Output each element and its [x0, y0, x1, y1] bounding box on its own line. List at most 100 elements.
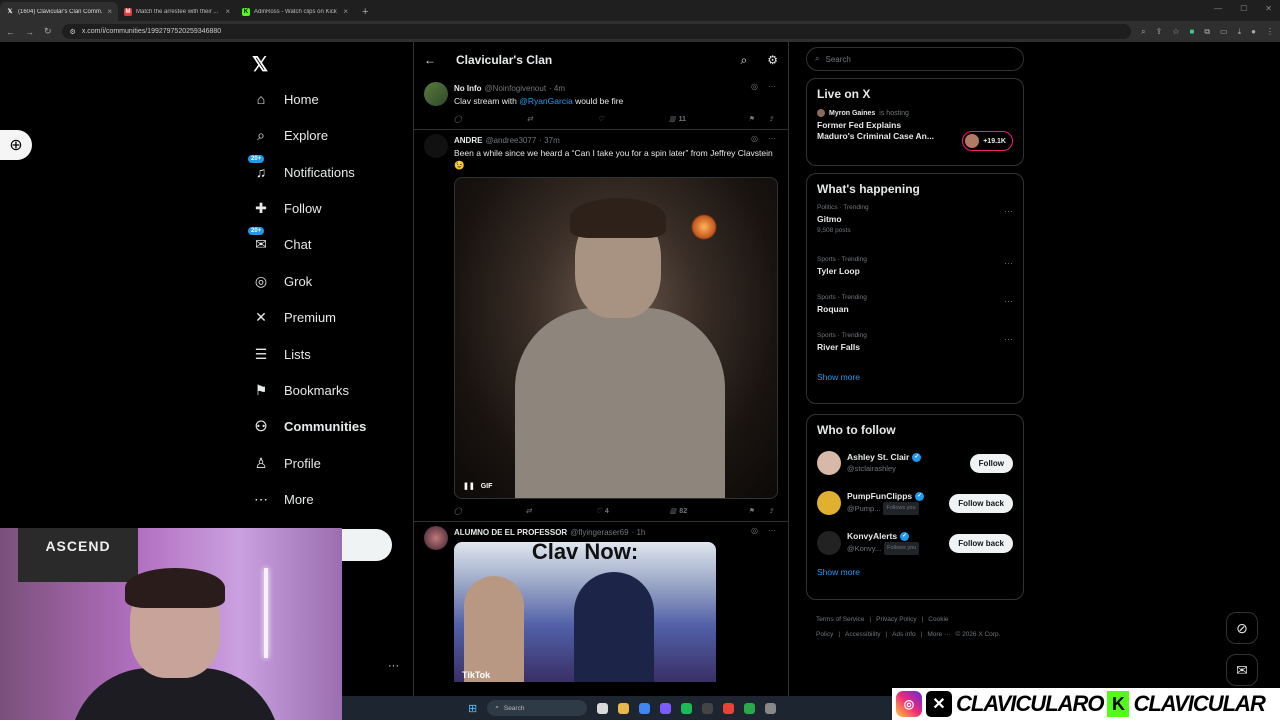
file-explorer-icon[interactable] [618, 702, 630, 714]
post-button[interactable] [340, 529, 392, 561]
trend-item[interactable]: Sports · Trending Tyler Loop ··· [807, 256, 1023, 294]
share-icon[interactable]: ⇪ [1156, 27, 1163, 37]
avatar[interactable] [817, 531, 841, 555]
close-tab-icon[interactable]: × [343, 7, 348, 16]
more-icon[interactable]: ··· [1004, 206, 1013, 216]
more-icon[interactable]: ··· [1004, 296, 1013, 306]
nav-item-follow[interactable]: ✚ Follow [252, 193, 321, 223]
post-time[interactable]: · 4m [549, 84, 565, 93]
profile-avatar-icon[interactable]: ● [1251, 27, 1256, 37]
nav-item-more[interactable]: ⋯ More [252, 484, 314, 514]
trend-item[interactable]: Sports · Trending River Falls ··· [807, 332, 1023, 370]
discord-icon[interactable] [660, 702, 672, 714]
follow-back-button[interactable]: Follow back [949, 533, 1013, 553]
browser-tab[interactable]: M Match the arrestee with their ... × [118, 2, 236, 21]
repost-button[interactable]: ⇄ [527, 115, 536, 123]
minimize-icon[interactable]: — [1214, 4, 1222, 13]
new-tab-button[interactable]: + [354, 6, 376, 21]
close-window-icon[interactable]: ✕ [1265, 4, 1272, 13]
trend-item[interactable]: Politics · Trending Gitmo 9,508 posts ··… [807, 204, 1023, 256]
follow-suggestion[interactable]: PumpFunClipps ✓ @Pump... Follows you Follo… [807, 483, 1023, 523]
taskbar-search[interactable]: ⌕ Search [487, 700, 588, 716]
post-video[interactable]: Clav Now: TikTok [454, 542, 716, 682]
app-icon[interactable] [744, 702, 756, 714]
grok-icon[interactable]: ◎ [751, 134, 758, 143]
nav-item-home[interactable]: ⌂ Home [252, 84, 319, 114]
grok-float-icon[interactable]: ⊘ [1226, 612, 1258, 644]
menu-icon[interactable]: ⋮ [1266, 27, 1274, 37]
forward-icon[interactable]: → [25, 27, 34, 37]
zoom-icon[interactable]: ⌕ [1141, 27, 1145, 37]
site-info-icon[interactable]: ⚙ [70, 28, 76, 36]
author-name[interactable]: ALUMNO DE EL PROFESSOR [454, 528, 567, 537]
back-icon[interactable]: ← [6, 27, 15, 37]
mention-link[interactable]: @RyanGarcia [519, 96, 573, 106]
avatar[interactable] [424, 526, 448, 550]
author-handle[interactable]: @Noinfogivenout [485, 84, 547, 93]
taskview-icon[interactable] [597, 702, 609, 714]
chrome-icon[interactable] [639, 702, 651, 714]
host-name[interactable]: Myron Gaines [829, 110, 875, 117]
author-handle[interactable]: @flyingeraser69 [570, 528, 628, 537]
post-time[interactable]: · 37m [539, 136, 559, 145]
more-icon[interactable]: ··· [768, 134, 776, 143]
post-gif[interactable]: ❚❚ GIF [454, 177, 778, 499]
nav-item-notifications[interactable]: ♫ 20+ Notifications [248, 155, 355, 187]
reply-button[interactable]: ◯ [454, 115, 465, 123]
follow-suggestion[interactable]: Ashley St. Clair ✓ @stclairashley Follow [807, 443, 1023, 483]
maximize-icon[interactable]: ☐ [1240, 4, 1247, 13]
spotify-icon[interactable] [681, 702, 693, 714]
more-icon[interactable]: ··· [768, 526, 776, 535]
account-more-icon[interactable]: ··· [388, 660, 399, 672]
x-logo-icon[interactable]: 𝕏 [252, 52, 268, 77]
browser-icon[interactable] [723, 702, 735, 714]
avatar[interactable] [424, 82, 448, 106]
close-tab-icon[interactable]: × [225, 7, 230, 16]
windows-start-icon[interactable]: ⊞ [468, 702, 477, 715]
app-icon[interactable] [765, 702, 777, 714]
footer-link[interactable]: © 2026 X Corp. [955, 631, 1000, 638]
footer-link[interactable]: Terms of Service [816, 616, 864, 623]
search-input[interactable]: ⌕ Search [806, 47, 1024, 71]
footer-link[interactable]: Privacy Policy [876, 616, 916, 623]
post[interactable]: ALUMNO DE EL PROFESSOR @flyingeraser69 ·… [414, 522, 788, 688]
back-arrow-icon[interactable]: ← [424, 53, 436, 67]
url-field[interactable]: ⚙ x.com/i/communities/199279752025934688… [61, 24, 1132, 39]
repost-button[interactable]: ⇄ [526, 507, 535, 515]
nav-item-communities[interactable]: ⚇ Communities [252, 411, 367, 441]
show-more-link[interactable]: Show more [807, 567, 1023, 577]
puzzle-icon[interactable]: ⧉ [1204, 27, 1210, 37]
share-icon[interactable]: ⇪ [768, 115, 774, 123]
sidebar-icon[interactable]: ▭ [1220, 27, 1228, 37]
grok-icon[interactable]: ◎ [751, 526, 758, 535]
nav-item-premium[interactable]: ✕ Premium [252, 302, 336, 332]
author-name[interactable]: No Info [454, 84, 482, 93]
close-tab-icon[interactable]: × [107, 7, 112, 16]
nav-item-bookmarks[interactable]: ⚑ Bookmarks [252, 375, 349, 405]
search-icon[interactable]: ⌕ [741, 53, 748, 68]
nav-item-chat[interactable]: ✉ 20+ Chat [248, 227, 311, 259]
settings-icon[interactable]: ⚙ [767, 53, 778, 67]
pause-icon[interactable]: ❚❚ [463, 482, 475, 490]
follow-suggestion[interactable]: KonvyAlerts ✓ @Konvy... Follows you Follow… [807, 523, 1023, 563]
nav-item-explore[interactable]: ⌕ Explore [252, 120, 328, 150]
author-handle[interactable]: @andree3077 [485, 136, 536, 145]
post[interactable]: No Info @Noinfogivenout · 4m ◎ ··· Clav … [414, 78, 788, 130]
nav-item-lists[interactable]: ☰ Lists [252, 339, 311, 369]
download-icon[interactable]: ⤓ [1238, 27, 1242, 37]
nav-item-profile[interactable]: ♙ Profile [252, 448, 321, 478]
more-icon[interactable]: ··· [1004, 334, 1013, 344]
show-more-link[interactable]: Show more [807, 372, 1023, 382]
post[interactable]: ANDRE @andree3077 · 37m ◎ ··· Been a whi… [414, 130, 788, 522]
extension-icon[interactable]: ■ [1189, 27, 1194, 37]
views-button[interactable]: ▥ 82 [670, 507, 687, 516]
follow-button[interactable]: Follow [969, 453, 1013, 473]
footer-link[interactable]: Accessibility [845, 631, 880, 638]
footer-link[interactable]: Ads info [892, 631, 916, 638]
author-name[interactable]: ANDRE [454, 136, 482, 145]
bookmark-icon[interactable]: ⚑ [748, 115, 754, 123]
more-icon[interactable]: ··· [1004, 258, 1013, 268]
grok-icon[interactable]: ◎ [751, 82, 758, 91]
listener-count[interactable]: +19.1K [962, 131, 1013, 151]
like-button[interactable]: ♡ 4 [596, 507, 609, 516]
